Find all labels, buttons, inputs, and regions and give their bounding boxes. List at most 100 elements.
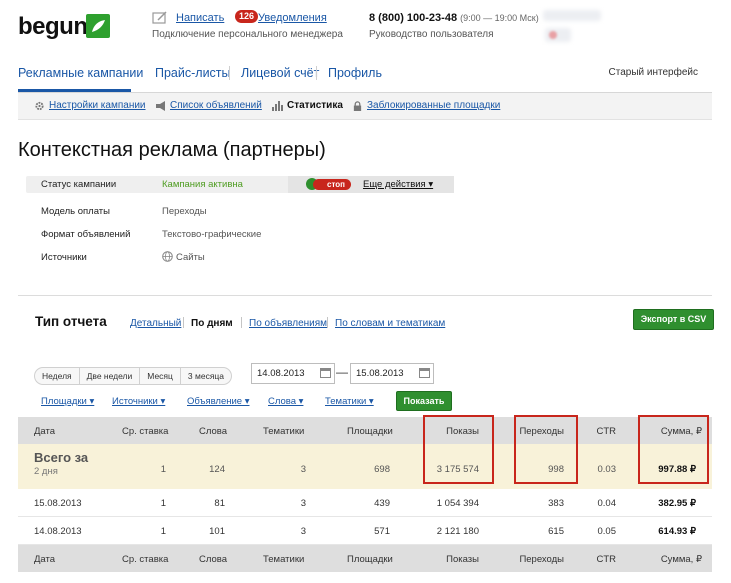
table-footer-header: Дата Ср. ставка Слова Тематики Площадки … xyxy=(18,545,712,572)
col-ctr[interactable]: CTR xyxy=(596,554,616,565)
subnav-ads-list[interactable]: Список объявлений xyxy=(170,100,262,111)
col-words[interactable]: Слова xyxy=(199,554,227,565)
subnav-campaign-settings[interactable]: Настройки кампании xyxy=(49,100,146,111)
col-ctr[interactable]: CTR xyxy=(596,426,616,437)
col-impressions[interactable]: Показы xyxy=(446,554,479,565)
logo[interactable]: begun xyxy=(18,13,88,41)
nav-separator xyxy=(229,66,230,80)
date-to-input[interactable]: 15.08.2013 xyxy=(350,363,434,384)
total-topics: 3 xyxy=(300,464,306,475)
write-link[interactable]: Написать xyxy=(176,12,224,24)
col-sites[interactable]: Площадки xyxy=(347,426,393,437)
tab-separator xyxy=(183,317,184,328)
subnav-blocked-sites[interactable]: Заблокированные площадки xyxy=(367,100,500,111)
col-avg-bid[interactable]: Ср. ставка xyxy=(122,426,168,437)
table-header: Дата Ср. ставка Слова Тематики Площадки … xyxy=(18,417,712,444)
nav-pricelists[interactable]: Прайс-листы xyxy=(155,66,231,80)
tab-by-ads[interactable]: По объявлениям xyxy=(249,318,327,329)
row-ctr: 0.05 xyxy=(597,526,617,537)
col-clicks[interactable]: Переходы xyxy=(519,554,564,565)
total-sites: 698 xyxy=(374,464,390,475)
col-topics[interactable]: Тематики xyxy=(263,554,304,565)
row-words: 101 xyxy=(209,526,225,537)
row-clicks: 615 xyxy=(548,526,564,537)
calendar-icon[interactable] xyxy=(320,368,331,378)
date-to-value: 15.08.2013 xyxy=(356,368,404,379)
col-topics[interactable]: Тематики xyxy=(263,426,304,437)
total-period: 2 дня xyxy=(34,466,58,477)
nav-profile[interactable]: Профиль xyxy=(328,66,382,80)
section-divider xyxy=(18,295,712,296)
row-date: 15.08.2013 xyxy=(34,498,82,509)
report-type-title: Тип отчета xyxy=(35,314,107,329)
user-guide-link[interactable]: Руководство пользователя xyxy=(369,29,494,40)
period-selector: Неделя Две недели Месяц 3 месяца xyxy=(34,367,233,385)
total-avg-bid: 1 xyxy=(160,464,166,475)
total-row: Всего за 2 дня 1 124 3 698 3 175 574 998… xyxy=(18,444,712,489)
highlight-sum xyxy=(638,415,709,484)
manager-connect-link[interactable]: Подключение персонального менеджера xyxy=(152,29,343,40)
filter-sites[interactable]: Площадки ▾ xyxy=(41,396,94,407)
total-ctr: 0.03 xyxy=(597,464,617,475)
col-sum[interactable]: Сумма, ₽ xyxy=(661,554,702,565)
col-date[interactable]: Дата xyxy=(34,554,55,565)
globe-icon xyxy=(162,251,173,262)
logo-leaf-icon xyxy=(86,14,110,38)
support-phone: 8 (800) 100-23-48 (9:00 — 19:00 Мск) xyxy=(369,12,539,24)
main-nav: Рекламные кампании Прайс-листы Лицевой с… xyxy=(18,60,712,93)
account-name-blurred[interactable] xyxy=(543,10,601,21)
date-from-input[interactable]: 14.08.2013 xyxy=(251,363,335,384)
period-two-weeks[interactable]: Две недели xyxy=(78,368,140,384)
tab-detailed[interactable]: Детальный xyxy=(130,318,181,329)
calendar-icon[interactable] xyxy=(419,368,430,378)
nav-active-indicator xyxy=(18,89,131,92)
period-week[interactable]: Неделя xyxy=(35,368,79,384)
col-avg-bid[interactable]: Ср. ставка xyxy=(122,554,168,565)
megaphone-icon xyxy=(156,101,165,111)
row-topics: 3 xyxy=(300,526,306,537)
row-ctr: 0.04 xyxy=(597,498,617,509)
row-avg-bid: 1 xyxy=(160,498,166,509)
row-words: 81 xyxy=(214,498,225,509)
date-range-separator: — xyxy=(336,365,348,379)
show-button[interactable]: Показать xyxy=(396,391,452,411)
total-words: 124 xyxy=(209,464,225,475)
filter-sources[interactable]: Источники ▾ xyxy=(112,396,165,407)
account-indicator xyxy=(549,31,557,39)
col-sites[interactable]: Площадки xyxy=(347,554,393,565)
tab-separator xyxy=(327,317,328,328)
notifications-link[interactable]: Уведомления xyxy=(258,12,327,24)
row-clicks: 383 xyxy=(548,498,564,509)
tab-by-words-topics[interactable]: По словам и тематикам xyxy=(335,318,445,329)
period-month[interactable]: Месяц xyxy=(139,368,180,384)
row-impressions: 1 054 394 xyxy=(436,498,479,509)
row-date: 14.08.2013 xyxy=(34,526,82,537)
tab-by-days[interactable]: По дням xyxy=(191,318,233,329)
tab-separator xyxy=(241,317,242,328)
subnav-statistics[interactable]: Статистика xyxy=(287,100,343,111)
filter-topics[interactable]: Тематики ▾ xyxy=(325,396,374,407)
filter-ad[interactable]: Объявление ▾ xyxy=(187,396,250,407)
ad-format-value: Текстово-графические xyxy=(162,229,262,240)
status-label: Статус кампании xyxy=(41,179,117,190)
sub-nav: Настройки кампании Список объявлений Ста… xyxy=(18,93,712,120)
highlight-clicks xyxy=(514,415,578,484)
table-row: 14.08.2013 1 101 3 571 2 121 180 615 0.0… xyxy=(18,517,712,545)
more-actions-dropdown[interactable]: Еще действия ▾ xyxy=(363,179,433,190)
nav-campaigns[interactable]: Рекламные кампании xyxy=(18,66,143,80)
stop-button[interactable]: стоп xyxy=(313,179,351,190)
export-csv-button[interactable]: Экспорт в CSV xyxy=(633,309,714,330)
nav-account[interactable]: Лицевой счёт xyxy=(241,66,319,80)
col-words[interactable]: Слова xyxy=(199,426,227,437)
old-interface-link[interactable]: Старый интерфейс xyxy=(609,67,698,78)
period-three-months[interactable]: 3 месяца xyxy=(179,368,231,384)
row-avg-bid: 1 xyxy=(160,526,166,537)
row-sites: 439 xyxy=(374,498,390,509)
date-from-value: 14.08.2013 xyxy=(257,368,305,379)
row-sites: 571 xyxy=(374,526,390,537)
filter-words[interactable]: Слова ▾ xyxy=(268,396,303,407)
support-hours: (9:00 — 19:00 Мск) xyxy=(460,13,539,23)
write-icon xyxy=(152,11,167,24)
col-date[interactable]: Дата xyxy=(34,426,55,437)
row-topics: 3 xyxy=(300,498,306,509)
